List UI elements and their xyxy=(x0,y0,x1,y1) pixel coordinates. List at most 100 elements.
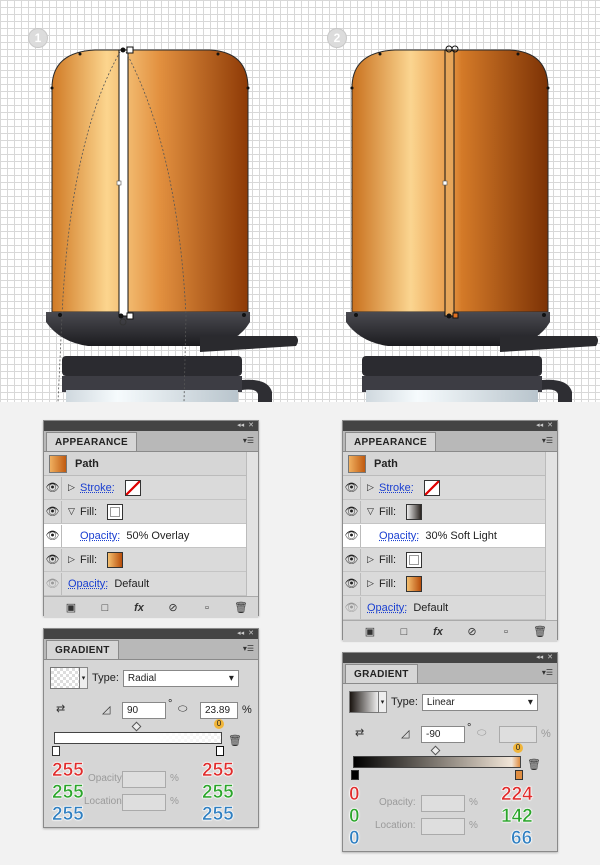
disclosure-triangle-icon[interactable]: ▷ xyxy=(367,578,377,589)
gradient-ramp[interactable] xyxy=(353,756,521,768)
fx-icon[interactable]: fx xyxy=(122,602,156,614)
opacity-row[interactable]: 👁 Opacity: Default xyxy=(343,596,557,620)
opacity-label[interactable]: Opacity: xyxy=(379,530,419,542)
midpoint-diamond[interactable] xyxy=(430,745,441,756)
eye-icon[interactable]: 👁 xyxy=(44,548,62,571)
fill-row[interactable]: 👁 ▷ Fill: xyxy=(343,548,557,572)
stroke-row[interactable]: 👁 ▷ Stroke: xyxy=(343,476,557,500)
reverse-gradient-icon[interactable]: ⇄ xyxy=(56,702,65,715)
eye-icon[interactable]: 👁 xyxy=(343,500,361,523)
disclosure-triangle-open-icon[interactable]: ▽ xyxy=(68,506,78,517)
opacity-label[interactable]: Opacity: xyxy=(80,530,120,542)
eye-icon[interactable]: 👁 xyxy=(343,476,361,499)
collapse-icon[interactable]: ◂◂ xyxy=(536,421,543,431)
aspect-ratio-input[interactable]: 23.89 xyxy=(200,702,238,719)
tab-gradient[interactable]: GRADIENT xyxy=(46,640,119,659)
eye-icon[interactable]: 👁 xyxy=(343,524,361,547)
disclosure-triangle-icon[interactable]: ▷ xyxy=(68,554,78,565)
gradient-stop-right[interactable] xyxy=(216,746,224,756)
close-icon[interactable]: ✕ xyxy=(547,653,553,663)
disclosure-triangle-icon[interactable]: ▷ xyxy=(367,554,377,565)
artboard-canvas[interactable]: 1 2 xyxy=(0,0,600,402)
eye-icon[interactable]: 👁 xyxy=(44,476,62,499)
opacity-row[interactable]: 👁 Opacity: Default xyxy=(44,572,258,596)
stroke-swatch[interactable] xyxy=(423,479,440,496)
scrollbar[interactable] xyxy=(246,452,258,596)
opacity-row[interactable]: 👁 Opacity: 50% Overlay xyxy=(44,524,258,548)
gradient-stop-right[interactable] xyxy=(515,770,523,780)
add-fill-icon[interactable]: □ xyxy=(387,626,421,638)
fill-swatch-white[interactable] xyxy=(107,503,124,520)
fill-swatch-orange[interactable] xyxy=(107,551,124,568)
stroke-swatch[interactable] xyxy=(124,479,141,496)
panel-menu-icon[interactable]: ▾☰ xyxy=(243,644,254,653)
angle-input[interactable]: 90 xyxy=(122,702,166,719)
clear-appearance-icon[interactable]: ⊘ xyxy=(455,625,489,638)
opacity-label[interactable]: Opacity: xyxy=(367,602,407,614)
clear-appearance-icon[interactable]: ⊘ xyxy=(156,601,190,614)
eye-icon[interactable]: 👁 xyxy=(44,572,62,595)
trash-icon[interactable]: 🗑 xyxy=(523,625,557,638)
gradient-preset-dropdown[interactable]: ▾ xyxy=(379,691,387,713)
add-stroke-icon[interactable]: ▣ xyxy=(54,601,88,614)
fill-swatch-dark-gradient[interactable] xyxy=(406,503,423,520)
gradient-ramp[interactable] xyxy=(54,732,222,744)
angle-input[interactable]: -90 xyxy=(421,726,465,743)
fill-row[interactable]: 👁 ▽ Fill: xyxy=(343,500,557,524)
fx-icon[interactable]: fx xyxy=(421,626,455,638)
eye-icon[interactable]: 👁 xyxy=(343,548,361,571)
stroke-row[interactable]: 👁 ▷ Stroke: xyxy=(44,476,258,500)
collapse-icon[interactable]: ◂◂ xyxy=(237,421,244,431)
location-input[interactable] xyxy=(421,818,465,835)
eye-icon[interactable]: 👁 xyxy=(343,572,361,595)
scrollbar[interactable] xyxy=(545,452,557,620)
close-icon[interactable]: ✕ xyxy=(248,421,254,431)
reverse-gradient-icon[interactable]: ⇄ xyxy=(355,726,364,739)
location-input[interactable] xyxy=(122,794,166,811)
eye-icon[interactable]: 👁 xyxy=(44,500,62,523)
fill-row[interactable]: 👁 ▽ Fill: xyxy=(44,500,258,524)
trash-icon[interactable]: 🗑 xyxy=(228,734,242,747)
fill-swatch-orange[interactable] xyxy=(406,575,423,592)
midpoint-diamond[interactable] xyxy=(131,721,142,732)
tab-appearance[interactable]: APPEARANCE xyxy=(345,432,437,451)
opacity-input[interactable] xyxy=(122,771,166,788)
add-stroke-icon[interactable]: ▣ xyxy=(353,625,387,638)
tab-appearance[interactable]: APPEARANCE xyxy=(46,432,138,451)
type-select[interactable]: Linear ▾ xyxy=(421,693,538,711)
trash-icon[interactable]: 🗑 xyxy=(527,758,541,771)
opacity-input[interactable] xyxy=(421,795,465,812)
fill-swatch-white[interactable] xyxy=(406,551,423,568)
fill-row[interactable]: 👁 ▷ Fill: xyxy=(44,548,258,572)
fill-row[interactable]: 👁 ▷ Fill: xyxy=(343,572,557,596)
disclosure-triangle-icon[interactable]: ▷ xyxy=(367,482,377,493)
collapse-icon[interactable]: ◂◂ xyxy=(536,653,543,663)
disclosure-triangle-open-icon[interactable]: ▽ xyxy=(367,506,377,517)
right-stop-green-value: 142 xyxy=(501,806,533,828)
eye-icon[interactable]: 👁 xyxy=(44,524,62,547)
disclosure-triangle-icon[interactable]: ▷ xyxy=(68,482,78,493)
gradient-preset-dropdown[interactable]: ▾ xyxy=(80,667,88,689)
opacity-label[interactable]: Opacity: xyxy=(68,578,108,590)
panel-menu-icon[interactable]: ▾☰ xyxy=(542,436,553,445)
eye-icon[interactable]: 👁 xyxy=(343,596,361,619)
gradient-stop-left[interactable] xyxy=(351,770,359,780)
aspect-ratio-input[interactable] xyxy=(499,726,537,743)
close-icon[interactable]: ✕ xyxy=(547,421,553,431)
gradient-preview-swatch[interactable] xyxy=(50,667,80,689)
trash-icon[interactable]: 🗑 xyxy=(224,601,258,614)
panel-menu-icon[interactable]: ▾☰ xyxy=(243,436,254,445)
stroke-label[interactable]: Stroke: xyxy=(379,482,414,494)
gradient-stop-left[interactable] xyxy=(52,746,60,756)
gradient-preview-swatch[interactable] xyxy=(349,691,379,713)
duplicate-icon[interactable]: ▫ xyxy=(190,602,224,614)
panel-menu-icon[interactable]: ▾☰ xyxy=(542,668,553,677)
opacity-row[interactable]: 👁 Opacity: 30% Soft Light xyxy=(343,524,557,548)
tab-gradient[interactable]: GRADIENT xyxy=(345,664,418,683)
close-icon[interactable]: ✕ xyxy=(248,629,254,639)
stroke-label[interactable]: Stroke: xyxy=(80,482,115,494)
duplicate-icon[interactable]: ▫ xyxy=(489,626,523,638)
add-fill-icon[interactable]: □ xyxy=(88,602,122,614)
type-select[interactable]: Radial ▾ xyxy=(122,669,239,687)
collapse-icon[interactable]: ◂◂ xyxy=(237,629,244,639)
